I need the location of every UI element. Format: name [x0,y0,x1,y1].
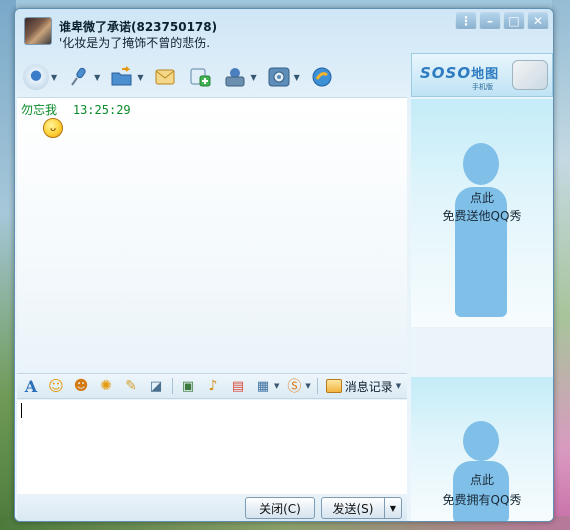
message-header: 勿忘我 13:25:29 [21,101,131,118]
smiley-icon[interactable]: ☺ [46,376,66,396]
history-label: 消息记录 [344,379,393,394]
phone-icon [512,60,548,90]
remote-share-button[interactable] [309,64,335,90]
show-bottom-line1: 点此 [469,473,494,487]
qq-show-contact[interactable]: 点此 免费送他QQ秀 [411,99,553,327]
chevron-down-icon[interactable]: ▼ [294,73,300,82]
create-group-button[interactable] [187,64,213,90]
app-kit-icon [222,64,248,90]
webcam-icon [23,64,49,90]
desktop-background-right [552,0,570,530]
message-sender[interactable]: 勿忘我 [21,103,57,117]
microphone-icon [66,64,92,90]
soso-search-icon[interactable]: Ⓢ [284,376,304,396]
minimize-button[interactable]: – [479,12,501,30]
grin-emoji-icon: ᴗ [43,118,63,138]
screenshot-icon[interactable]: ▦ [253,376,273,396]
contact-signature: '化妆是为了掩饰不曾的悲伤. [59,36,211,50]
send-button[interactable]: 发送(S) [321,497,385,519]
folder-send-icon [109,64,135,90]
separator [316,378,318,394]
send-message-button[interactable] [152,64,178,90]
avatar-silhouette-head [463,421,499,461]
chevron-down-icon[interactable]: ▼ [94,73,100,82]
message-history-button[interactable]: 消息记录 ▼ [325,378,401,395]
message-input[interactable] [17,400,407,494]
magic-face-icon[interactable]: ☻ [71,376,91,396]
settings-icon[interactable]: ⋮ [455,12,477,30]
show-top-line1: 点此 [469,191,494,205]
contact-avatar[interactable] [24,17,52,45]
close-window-button[interactable]: ✕ [527,12,549,30]
voice-message-icon[interactable]: ✎ [121,376,141,396]
music-icon[interactable]: ♪ [203,376,223,396]
action-bar: 关闭(C) 发送(S) ▼ [17,494,407,521]
panel-divider [411,327,553,377]
history-icon [325,379,342,393]
qq-show-self[interactable]: 点此 免费拥有QQ秀 [411,377,553,521]
share-icon [309,64,335,90]
image-icon[interactable]: ▣ [178,376,198,396]
separator [172,378,173,394]
add-group-icon [187,64,213,90]
chevron-down-icon[interactable]: ▼ [137,73,143,82]
handwriting-icon[interactable]: ◪ [146,376,166,396]
settings-menu-button[interactable]: ▼ [266,64,300,90]
chevron-down-icon[interactable]: ▼ [274,382,279,390]
window-controls: ⋮ – □ ✕ [453,12,549,30]
text-caret [21,403,22,418]
shake-icon[interactable]: ✺ [96,376,116,396]
more-apps-button[interactable]: ▼ [222,64,257,90]
font-icon[interactable]: A [21,376,41,396]
chat-window: 谁卑微了承诺(823750178) '化妆是为了掩饰不曾的悲伤. ⋮ – □ ✕… [14,8,554,522]
show-top-line2: 免费送他QQ秀 [442,209,522,223]
chevron-down-icon[interactable]: ▼ [51,73,57,82]
message-time: 13:25:29 [72,103,131,117]
close-button[interactable]: 关闭(C) [245,497,315,519]
maximize-button[interactable]: □ [503,12,525,30]
show-bottom-line2: 免费拥有QQ秀 [442,493,522,507]
title-bar[interactable]: 谁卑微了承诺(823750178) '化妆是为了掩饰不曾的悲伤. ⋮ – □ ✕ [15,9,553,53]
soso-map-banner[interactable]: SOSO地图 手机版 [411,53,553,97]
format-toolbar: A ☺ ☻ ✺ ✎ ◪ ▣ ♪ ▤ ▦ ▼ Ⓢ ▼ 消息记录 ▼ [17,373,407,399]
message-history[interactable]: 勿忘我 13:25:29 ᴗ [17,97,407,372]
send-options-button[interactable]: ▼ [384,497,402,519]
voice-call-button[interactable]: ▼ [66,64,100,90]
chevron-down-icon[interactable]: ▼ [250,73,256,82]
envelope-icon [152,64,178,90]
avatar-silhouette-head [463,143,499,185]
gift-icon[interactable]: ▤ [228,376,248,396]
side-panel: SOSO地图 手机版 点此 免费送他QQ秀 点此 免费拥有QQ秀 [411,53,553,521]
chevron-down-icon[interactable]: ▼ [305,382,310,390]
chevron-down-icon[interactable]: ▼ [396,382,401,390]
chat-toolbar: ▼ ▼ ▼ ▼ ▼ [23,61,344,93]
gear-icon [266,64,292,90]
soso-logo: SOSO地图 [420,64,500,82]
send-file-button[interactable]: ▼ [109,64,143,90]
soso-subtitle: 手机版 [472,83,493,91]
video-call-button[interactable]: ▼ [23,64,57,90]
contact-name[interactable]: 谁卑微了承诺(823750178) [59,18,217,35]
